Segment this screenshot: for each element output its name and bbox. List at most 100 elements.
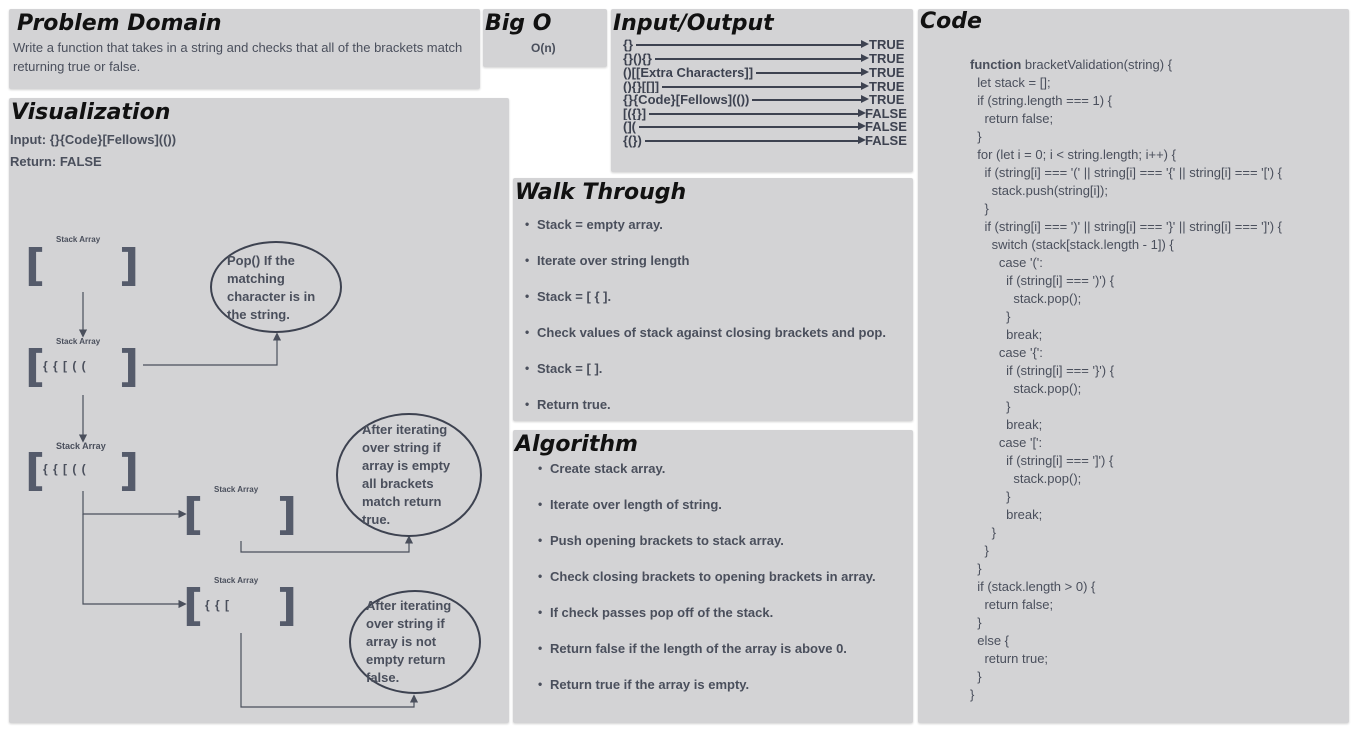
code-line: } — [970, 669, 982, 684]
io-row: {}(){} TRUE — [623, 52, 909, 65]
problem-domain-title: Problem Domain — [17, 11, 222, 36]
code-line: if (string[i] === '(' || string[i] === '… — [970, 165, 1282, 180]
problem-domain-card: Problem Domain Write a function that tak… — [9, 9, 480, 89]
io-row: ()[[Extra Characters]] TRUE — [623, 66, 909, 79]
code-line: stack.pop(); — [970, 381, 1082, 396]
arrow-stack3-to-partial-stack — [82, 514, 187, 609]
arrow-empty-stack-to-true-bubble — [240, 535, 414, 553]
code-line: break; — [970, 417, 1043, 432]
code-line: switch (stack[stack.length - 1]) { — [970, 237, 1174, 252]
algorithm-item: Create stack array. — [538, 461, 876, 497]
code-line: function bracketValidation(string) { — [970, 56, 1282, 74]
walkthrough-item: Stack = empty array. — [525, 217, 886, 253]
stack-5-close-bracket: ] — [277, 580, 298, 631]
algorithm-item: Return true if the array is empty. — [538, 677, 876, 713]
code-line: else { — [970, 633, 1010, 648]
stack-1-close-bracket: ] — [119, 240, 140, 291]
code-line: } — [970, 561, 982, 576]
code-line: if (string[i] === ')' || string[i] === '… — [970, 219, 1282, 234]
io-arrowhead — [861, 82, 869, 90]
algorithm-item: If check passes pop off of the stack. — [538, 605, 876, 641]
stack-label-1: Stack Array — [56, 235, 101, 244]
io-input: (]( — [623, 120, 639, 133]
io-arrow-line — [627, 44, 862, 46]
walkthrough-item: Iterate over string length — [525, 253, 886, 289]
io-arrow-line — [627, 58, 862, 60]
code-line: case '(': — [970, 255, 1043, 270]
code-line: if (string[i] === '}') { — [970, 363, 1115, 378]
stack-2-close-bracket: ] — [119, 341, 140, 392]
io-input: {} — [623, 38, 637, 51]
io-row: {} TRUE — [623, 38, 909, 51]
walkthrough-list: Stack = empty array.Iterate over string … — [525, 217, 886, 433]
stack-label-5: Stack Array — [214, 576, 259, 585]
code-line: if (string[i] === ')') { — [970, 273, 1115, 288]
stack-label-4: Stack Array — [214, 485, 259, 494]
code-line: } — [970, 543, 989, 558]
code-line: case '{': — [970, 345, 1043, 360]
algorithm-item: Check closing brackets to opening bracke… — [538, 569, 876, 605]
array-empty-bubble-text: After iterating over string if array is … — [362, 422, 451, 527]
code-line: } — [970, 399, 1011, 414]
problem-domain-text: Write a function that takes in a string … — [13, 40, 463, 74]
code-line: stack.pop(); — [970, 291, 1082, 306]
input-output-card: Input/Output {} TRUE{}(){} TRUE ()[[Extra C… — [611, 9, 913, 172]
code-line: } — [970, 129, 982, 144]
io-row: {}{Code}[Fellows](()) TRUE — [623, 93, 909, 106]
code-line: stack.push(string[i]); — [970, 183, 1108, 198]
io-row: {(}) FALSE — [623, 134, 909, 147]
io-input: {(}) — [623, 134, 645, 147]
code-line: } — [970, 687, 975, 702]
io-row: (](FALSE — [623, 120, 909, 133]
algorithm-item: Iterate over length of string. — [538, 497, 876, 533]
big-o-value: O(n) — [531, 41, 556, 55]
walkthrough-card: Walk Through Stack = empty array.Iterate… — [513, 178, 913, 421]
code-line: } — [970, 615, 982, 630]
code-title: Code — [920, 9, 982, 34]
walkthrough-item: Check values of stack against closing br… — [525, 325, 886, 361]
code-line: return false; — [970, 111, 1054, 126]
io-arrowhead — [861, 95, 869, 103]
walkthrough-item: Stack = [ ]. — [525, 361, 886, 397]
input-output-title: Input/Output — [613, 11, 774, 36]
stack-4-close-bracket: ] — [277, 489, 298, 540]
io-output: TRUE — [869, 51, 905, 66]
big-o-title: Big O — [485, 11, 552, 36]
io-arrowhead — [861, 54, 869, 62]
code-card: Code function bracketValidation(string) … — [918, 9, 1349, 723]
algorithm-list: Create stack array.Iterate over length o… — [538, 461, 876, 713]
array-not-empty-bubble-text: After iterating over string if array is … — [366, 598, 452, 685]
code-line: if (stack.length > 0) { — [970, 579, 1096, 594]
io-input: ()[[Extra Characters]] — [623, 66, 757, 79]
code-line: break; — [970, 507, 1043, 522]
walkthrough-item: Stack = [ { ]. — [525, 289, 886, 325]
stack-label-3: Stack Array — [56, 441, 106, 451]
stack-5-open-bracket: [ — [183, 580, 204, 631]
code-keyword: function — [970, 57, 1022, 72]
algorithm-title: Algorithm — [515, 432, 638, 457]
code-line: return false; — [970, 597, 1054, 612]
code-line: return true; — [970, 651, 1049, 666]
algorithm-card: Algorithm Create stack array.Iterate ove… — [513, 430, 913, 723]
code-line: if (string.length === 1) { — [970, 93, 1112, 108]
io-arrow-line — [627, 86, 862, 88]
io-output: FALSE — [865, 133, 907, 148]
code-line: case '[': — [970, 435, 1043, 450]
walkthrough-item: Return true. — [525, 397, 886, 433]
visualization-card: Visualization Input: {}{Code}[Fellows]((… — [9, 98, 509, 723]
stack-label-2: Stack Array — [56, 337, 101, 346]
code-line: let stack = []; — [970, 75, 1051, 90]
io-arrow-line — [627, 126, 859, 128]
algorithm-item: Return false if the length of the array … — [538, 641, 876, 677]
io-arrow-line — [627, 140, 859, 142]
stack-2-contents: { { [ ( ( — [43, 359, 87, 373]
stack-4-open-bracket: [ — [183, 489, 204, 540]
io-arrowhead — [861, 68, 869, 76]
code-first-line: bracketValidation(string) { — [1021, 57, 1173, 72]
io-input: {}(){} — [623, 52, 655, 65]
code-line: stack.pop(); — [970, 471, 1082, 486]
code-line: break; — [970, 327, 1043, 342]
algorithm-item: Push opening brackets to stack array. — [538, 533, 876, 569]
code-line: } — [970, 525, 997, 540]
code-line: } — [970, 309, 1011, 324]
